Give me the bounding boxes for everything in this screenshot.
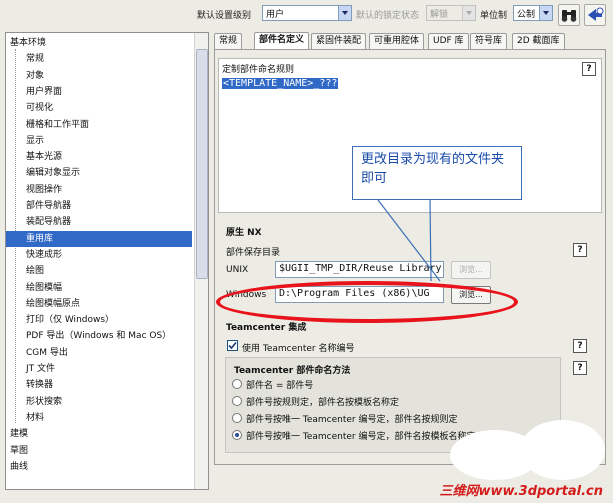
highlight-oval (216, 281, 518, 323)
annotation-arrows (377, 199, 441, 282)
watermark-text: 三维网www.3dportal.cn (439, 484, 603, 499)
scribble-blob (520, 420, 605, 480)
annotation-callout: 更改目录为现有的文件夹即可 (352, 146, 522, 200)
